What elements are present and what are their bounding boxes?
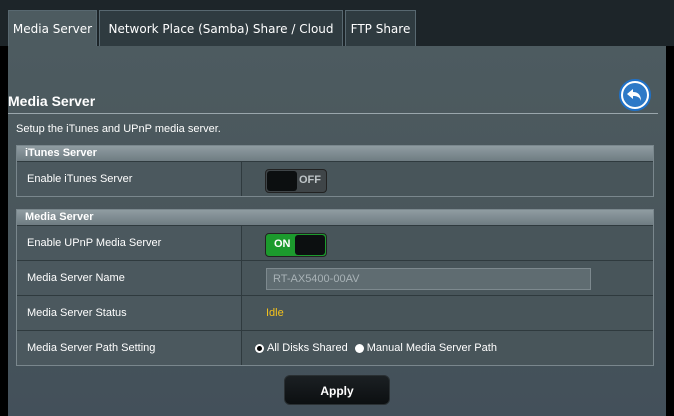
all-disks-shared-radio[interactable] <box>255 343 264 353</box>
tab-bar: Media Server Network Place (Samba) Share… <box>0 0 674 72</box>
page-description: Setup the iTunes and UPnP media server. <box>16 123 221 135</box>
server-status-value: Idle <box>266 307 284 319</box>
tab-media-server[interactable]: Media Server <box>8 10 97 46</box>
server-status-label: Media Server Status <box>17 296 242 330</box>
itunes-enable-label: Enable iTunes Server <box>17 162 242 196</box>
toggle-knob <box>295 235 325 255</box>
itunes-server-section: iTunes Server Enable iTunes Server OFF <box>16 145 654 197</box>
all-disks-shared-label[interactable]: All Disks Shared <box>267 342 348 354</box>
tab-network-place-share[interactable]: Network Place (Samba) Share / Cloud Disk <box>99 10 343 72</box>
media-server-name-input[interactable] <box>266 268 591 290</box>
title-divider <box>8 113 658 114</box>
upnp-enable-label: Enable UPnP Media Server <box>17 226 242 260</box>
toggle-state-text: OFF <box>299 174 321 186</box>
upnp-enable-row: Enable UPnP Media Server ON <box>17 225 653 260</box>
media-section-header: Media Server <box>17 210 653 225</box>
toggle-state-text: ON <box>274 238 291 250</box>
itunes-server-toggle[interactable]: OFF <box>265 169 327 193</box>
path-setting-label: Media Server Path Setting <box>17 331 242 365</box>
page-title: Media Server <box>8 93 96 109</box>
path-radio-group: All Disks Shared Manual Media Server Pat… <box>255 342 497 354</box>
back-button[interactable] <box>619 79 651 111</box>
apply-button[interactable]: Apply <box>284 375 390 405</box>
media-server-section: Media Server Enable UPnP Media Server ON… <box>16 209 654 366</box>
path-setting-row: Media Server Path Setting All Disks Shar… <box>17 330 653 365</box>
toggle-knob <box>267 171 297 191</box>
manual-path-label[interactable]: Manual Media Server Path <box>367 342 497 354</box>
server-name-label: Media Server Name <box>17 261 242 295</box>
tab-ftp-share[interactable]: FTP Share <box>345 10 416 46</box>
itunes-section-header: iTunes Server <box>17 146 653 161</box>
back-arrow-icon <box>623 83 647 107</box>
upnp-media-server-toggle[interactable]: ON <box>265 233 327 257</box>
manual-path-radio[interactable] <box>354 343 364 353</box>
server-status-row: Media Server Status Idle <box>17 295 653 330</box>
itunes-enable-row: Enable iTunes Server OFF <box>17 161 653 196</box>
server-name-row: Media Server Name <box>17 260 653 295</box>
